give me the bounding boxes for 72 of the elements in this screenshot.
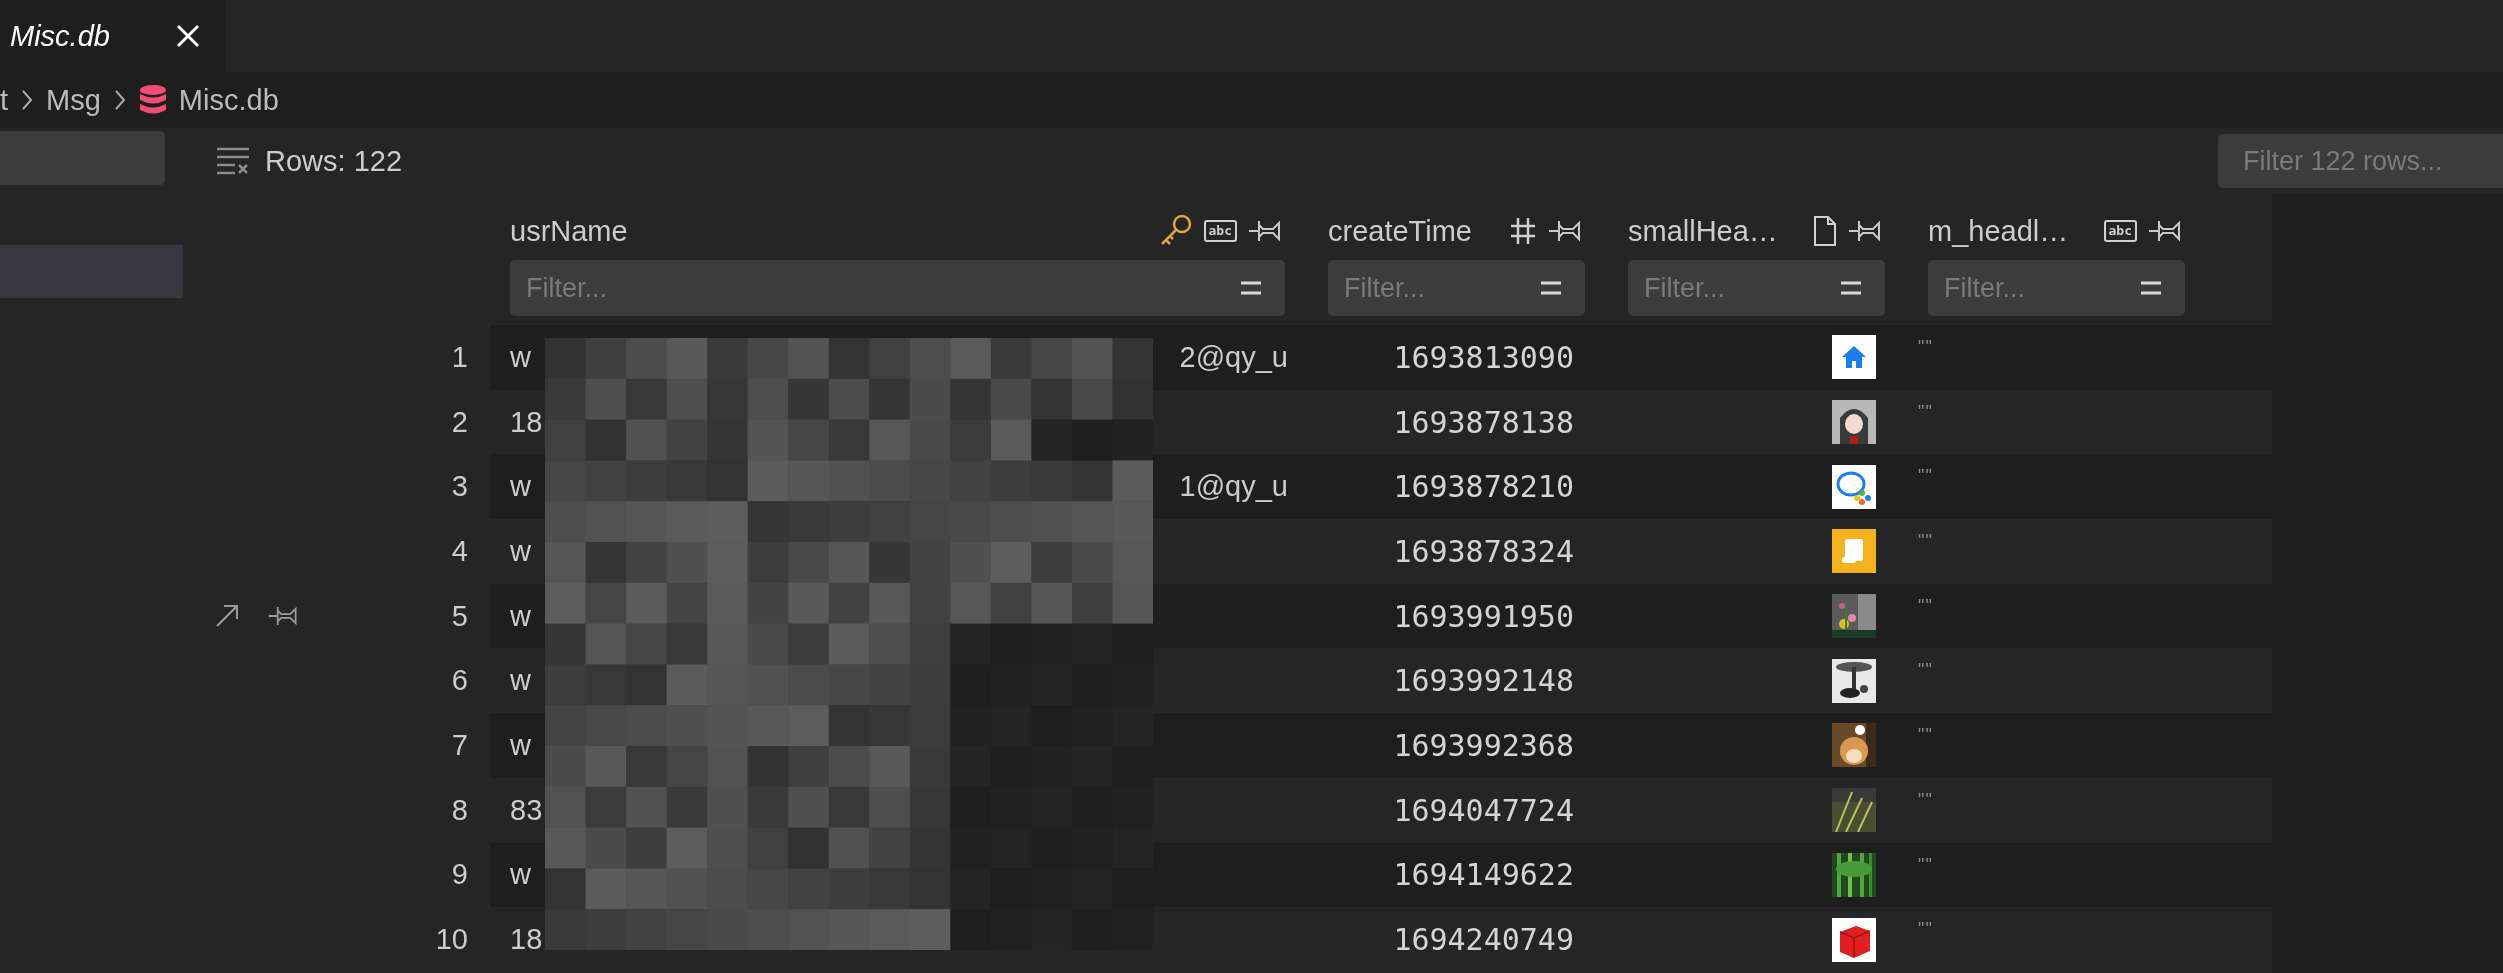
- column-header[interactable]: createTime: [1328, 214, 1499, 248]
- table-cell-text: "": [1917, 336, 1934, 358]
- table-cell: w: [510, 664, 531, 698]
- chevron-icon: [112, 88, 127, 112]
- search-field[interactable]: [0, 131, 165, 185]
- row-number: 3: [450, 470, 469, 504]
- table-cell: 1693991950: [1393, 598, 1574, 634]
- column-filter-field[interactable]: Filter...: [510, 260, 1285, 316]
- table-cell: 83: [510, 793, 543, 827]
- column-header[interactable]: m_headl…: [1928, 214, 2094, 248]
- filter-mode-icon[interactable]: [2139, 280, 2163, 296]
- table-cell: w: [510, 858, 531, 892]
- table-cell: 1693813090: [1393, 339, 1574, 375]
- column-filter-field[interactable]: Filter...: [1928, 260, 2185, 316]
- chevron-icon: [20, 88, 35, 112]
- table-cell: 1@qy_u: [1179, 470, 1288, 504]
- row-number: 9: [450, 858, 469, 892]
- table-cell: w: [510, 340, 531, 374]
- table-cell-text: "": [1917, 788, 1934, 811]
- table-cell: 1693878324: [1393, 533, 1574, 569]
- table-cell-text: "": [1917, 853, 1934, 876]
- table-cell-text: "": [1917, 594, 1934, 617]
- column-filter-field[interactable]: Filter...: [1628, 260, 1885, 316]
- clear-filters-icon[interactable]: [215, 146, 251, 176]
- table-cell-text: "": [1917, 659, 1934, 682]
- table-cell: 18: [510, 923, 543, 957]
- hash-icon: [1509, 216, 1537, 246]
- row-number: 4: [450, 534, 469, 568]
- table-cell: 1693992368: [1393, 727, 1574, 763]
- table-cell: w: [510, 728, 531, 762]
- editor-tab[interactable]: Misc.db: [0, 0, 225, 72]
- filter-mode-icon[interactable]: [1839, 280, 1863, 296]
- row-number: 6: [450, 664, 469, 698]
- table-cell: 18: [510, 405, 543, 439]
- row-number: 1: [450, 340, 469, 374]
- table-cell: 2@qy_u: [1179, 340, 1288, 374]
- table-cell-text: "": [1917, 530, 1934, 553]
- row-number: 10: [434, 923, 469, 957]
- filter-rows-field[interactable]: Filter 122 rows...: [2218, 134, 2503, 188]
- table-cell: w: [510, 534, 531, 568]
- breadcrumb-item[interactable]: Msg: [46, 83, 101, 117]
- table-cell-text: "": [1917, 724, 1934, 747]
- table-cell-text: "": [1917, 465, 1934, 488]
- breadcrumb-item[interactable]: Misc.db: [178, 83, 279, 117]
- table-cell: 1694047724: [1393, 792, 1574, 828]
- table-cell: 1694240749: [1393, 922, 1574, 958]
- row-number: 2: [450, 405, 469, 439]
- open-arrow-icon[interactable]: [215, 604, 239, 629]
- database-icon: [138, 85, 167, 115]
- file-icon: [1813, 215, 1837, 247]
- row-number: 7: [450, 728, 469, 762]
- column-header[interactable]: usrName: [510, 214, 1148, 248]
- table-cell-text: "": [1917, 918, 1934, 941]
- table-cell: 1693878138: [1393, 404, 1574, 440]
- table-cell-text: "": [1917, 400, 1934, 423]
- table-cell: 1693992148: [1393, 663, 1574, 699]
- table-cell: 1693878210: [1393, 469, 1574, 505]
- close-icon: [175, 23, 201, 49]
- table-cell: w: [510, 599, 531, 633]
- table-cell: 1694149622: [1393, 857, 1574, 893]
- breadcrumb-item[interactable]: t: [0, 83, 9, 117]
- text-type-badge: abc: [2103, 220, 2137, 242]
- filter-mode-icon[interactable]: [1539, 280, 1563, 296]
- text-type-badge: abc: [1203, 220, 1237, 242]
- filter-mode-icon[interactable]: [1239, 280, 1263, 296]
- tab-title: Misc.db: [10, 19, 110, 53]
- row-number: 8: [450, 793, 469, 827]
- row-count: Rows: 122: [265, 144, 402, 178]
- column-filter-field[interactable]: Filter...: [1328, 260, 1585, 316]
- row-number: 5: [450, 599, 469, 633]
- column-header[interactable]: smallHea…: [1628, 214, 1803, 248]
- table-cell: w: [510, 470, 531, 504]
